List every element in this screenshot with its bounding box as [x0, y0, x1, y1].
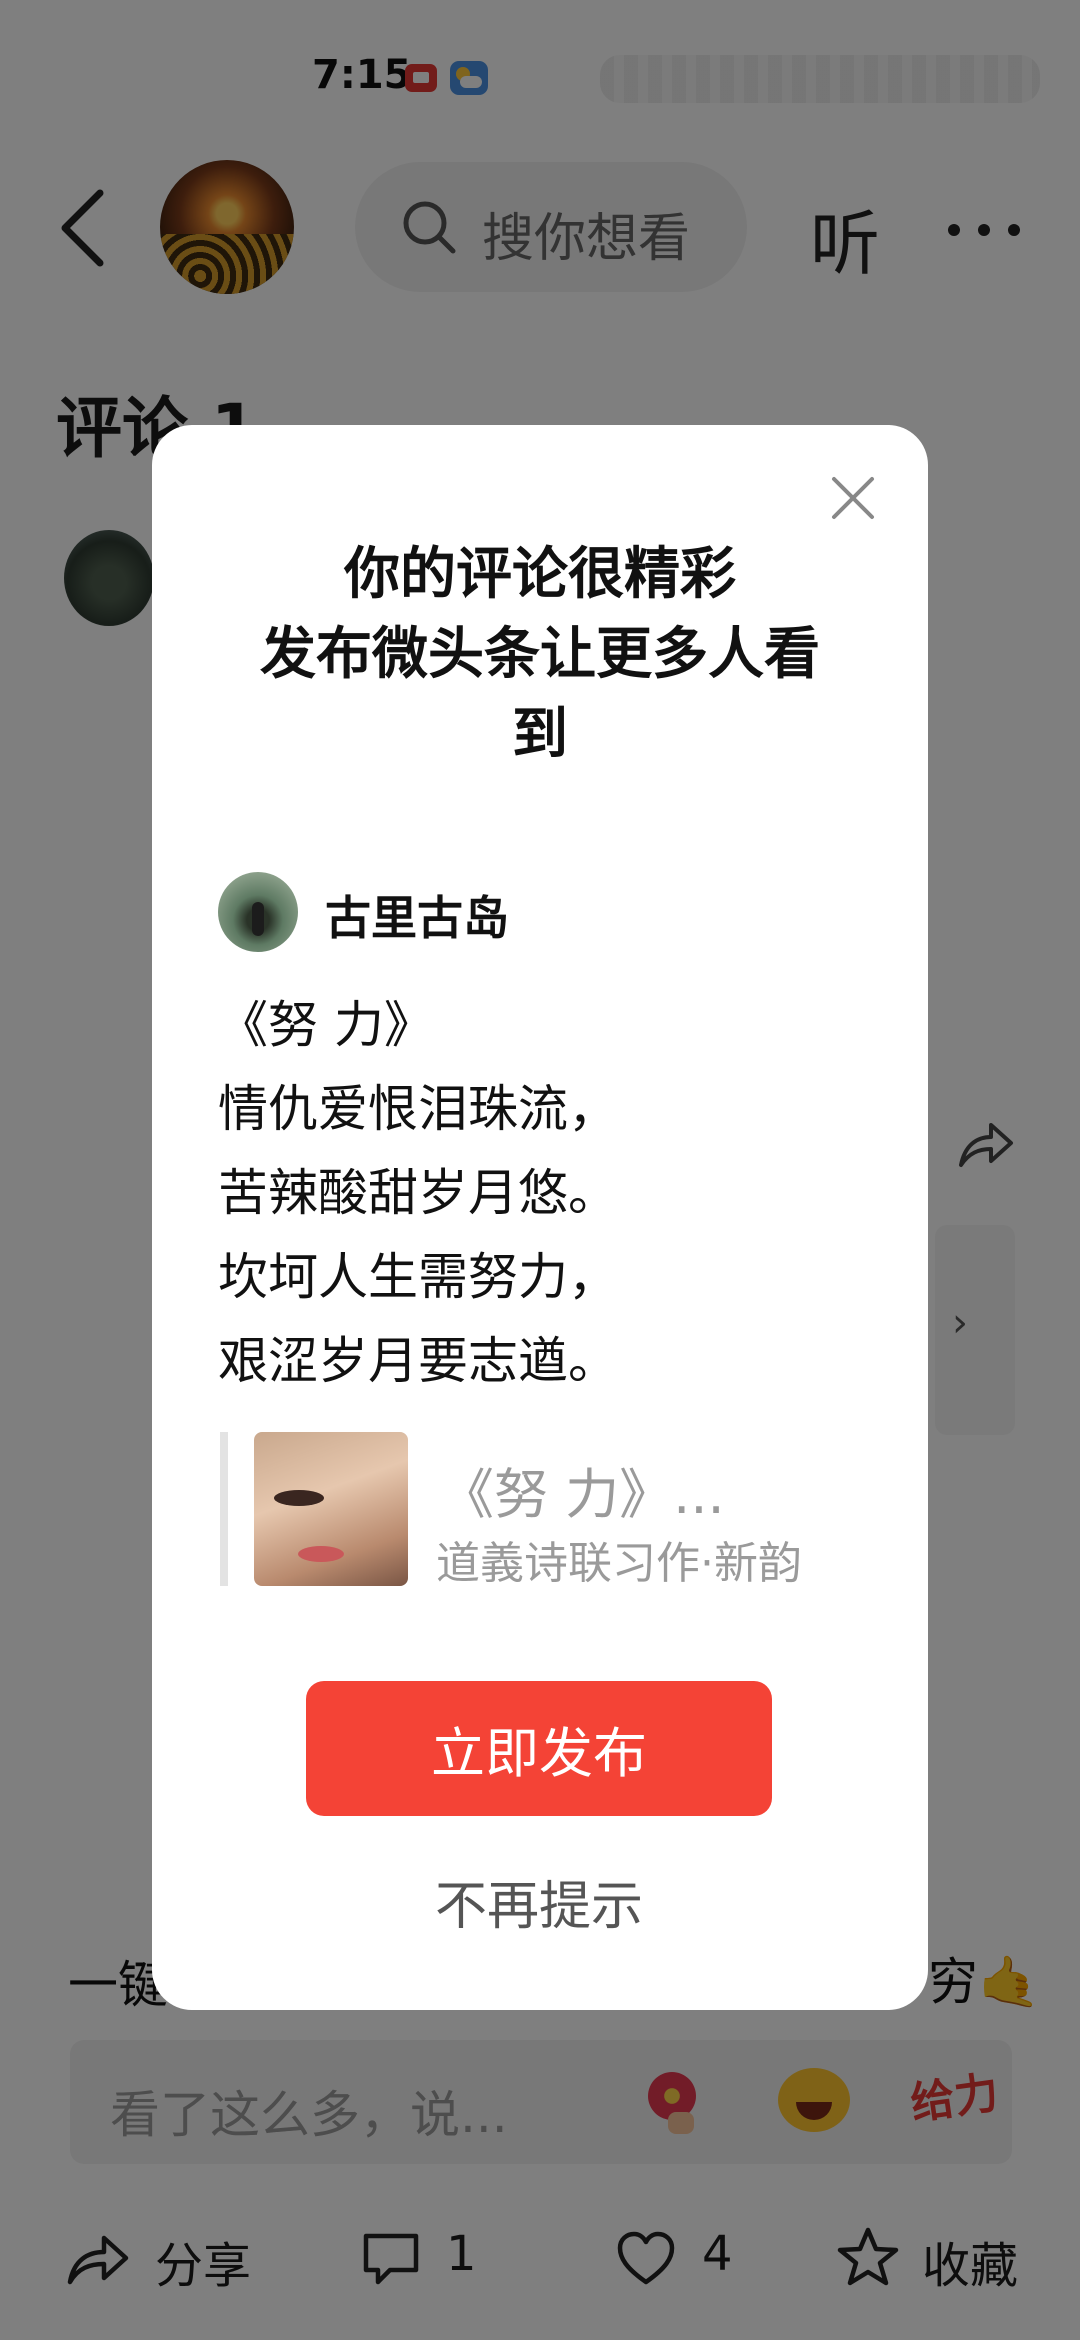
dialog-title-line: 到 — [512, 702, 568, 767]
close-icon[interactable] — [830, 475, 876, 521]
dialog-title-line: 发布微头条让更多人看 — [260, 622, 820, 687]
quote-bar — [220, 1432, 228, 1586]
article-title: 《努 力》... — [440, 1463, 725, 1526]
poem-line: 坎坷人生需努力， — [218, 1248, 618, 1306]
comment-content: 《努 力》 情仇爱恨泪珠流， 苦辣酸甜岁月悠。 坎坷人生需努力， 艰涩岁月要志遒… — [218, 983, 618, 1403]
poem-line: 《努 力》 — [218, 996, 434, 1054]
publish-now-button[interactable]: 立即发布 — [306, 1681, 772, 1816]
author-avatar — [218, 872, 298, 952]
author-name: 古里古岛 — [325, 891, 509, 945]
poem-line: 艰涩岁月要志遒。 — [218, 1332, 618, 1390]
dialog-title-line: 你的评论很精彩 — [344, 542, 736, 607]
poem-line: 情仇爱恨泪珠流， — [218, 1080, 618, 1138]
article-subtitle: 道義诗联习作·新韵 — [436, 1538, 802, 1589]
dialog-title: 你的评论很精彩 发布微头条让更多人看 到 — [182, 535, 898, 775]
article-thumbnail — [254, 1432, 408, 1586]
poem-line: 苦辣酸甜岁月悠。 — [218, 1164, 618, 1222]
dont-remind-link[interactable]: 不再提示 — [306, 1864, 772, 1939]
